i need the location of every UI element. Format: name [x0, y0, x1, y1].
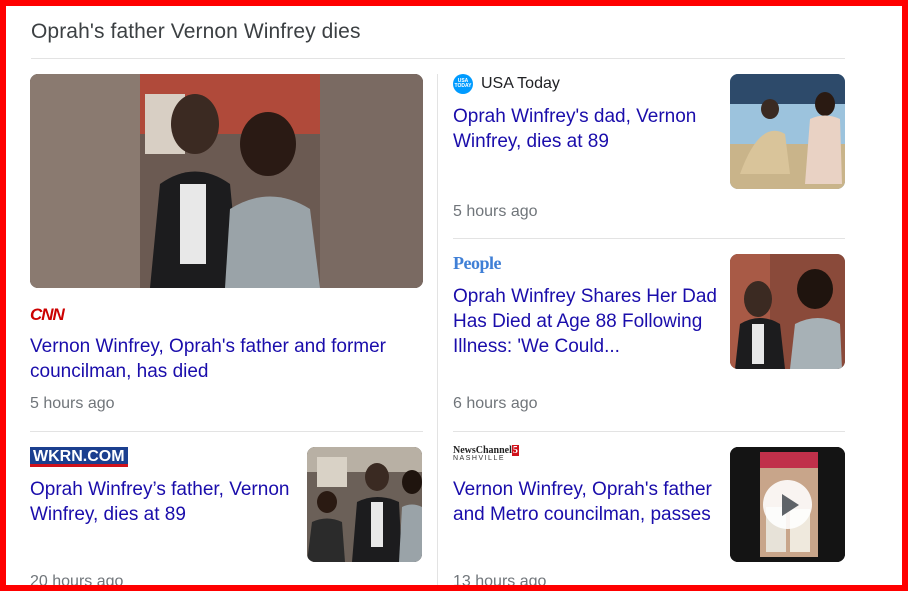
logo-line2: NASHVILLE	[453, 455, 506, 462]
cnn-source: CNN	[30, 305, 65, 325]
wkrn-article-time: 20 hours ago	[30, 573, 124, 590]
people-article-link[interactable]: Oprah Winfrey Shares Her Dad Has Died at…	[453, 284, 723, 359]
usa-today-logo: USA TODAY	[453, 74, 473, 94]
column-divider	[437, 74, 438, 585]
cnn-article-image[interactable]	[30, 74, 423, 288]
wkrn-article-image[interactable]	[307, 447, 422, 562]
usa-today-article-time: 5 hours ago	[453, 203, 538, 220]
divider	[31, 58, 845, 59]
newschannel5-source: NewsChannel5 NASHVILLE	[453, 445, 519, 463]
cnn-article-time: 5 hours ago	[30, 395, 115, 412]
play-icon	[781, 493, 799, 516]
usa-today-article-image[interactable]	[730, 74, 845, 189]
newschannel5-article-link[interactable]: Vernon Winfrey, Oprah's father and Metro…	[453, 477, 718, 527]
divider	[453, 238, 845, 239]
cnn-logo: CNN	[30, 305, 65, 324]
people-article-time: 6 hours ago	[453, 395, 538, 412]
people-article-image[interactable]	[730, 254, 845, 369]
wkrn-source: WKRN.COM	[30, 447, 128, 467]
source-name: USA Today	[481, 75, 560, 92]
usa-today-source: USA TODAY USA Today	[453, 74, 560, 94]
newschannel5-article-video[interactable]	[730, 447, 845, 562]
news-panel: Oprah's father Vernon Winfrey dies CNN V…	[0, 0, 908, 591]
newschannel5-article-time: 13 hours ago	[453, 573, 547, 590]
wkrn-logo: WKRN.COM	[30, 447, 128, 467]
cnn-article-link[interactable]: Vernon Winfrey, Oprah's father and forme…	[30, 334, 425, 384]
play-button[interactable]	[763, 480, 812, 529]
usa-today-article-link[interactable]: Oprah Winfrey's dad, Vernon Winfrey, die…	[453, 104, 723, 154]
section-title: Oprah's father Vernon Winfrey dies	[31, 20, 361, 43]
wkrn-article-link[interactable]: Oprah Winfrey’s father, Vernon Winfrey, …	[30, 477, 295, 527]
newschannel5-logo: NewsChannel5 NASHVILLE	[453, 445, 519, 463]
divider	[453, 431, 845, 432]
people-source: People	[453, 253, 502, 274]
divider	[30, 431, 423, 432]
people-logo: People	[453, 253, 502, 273]
